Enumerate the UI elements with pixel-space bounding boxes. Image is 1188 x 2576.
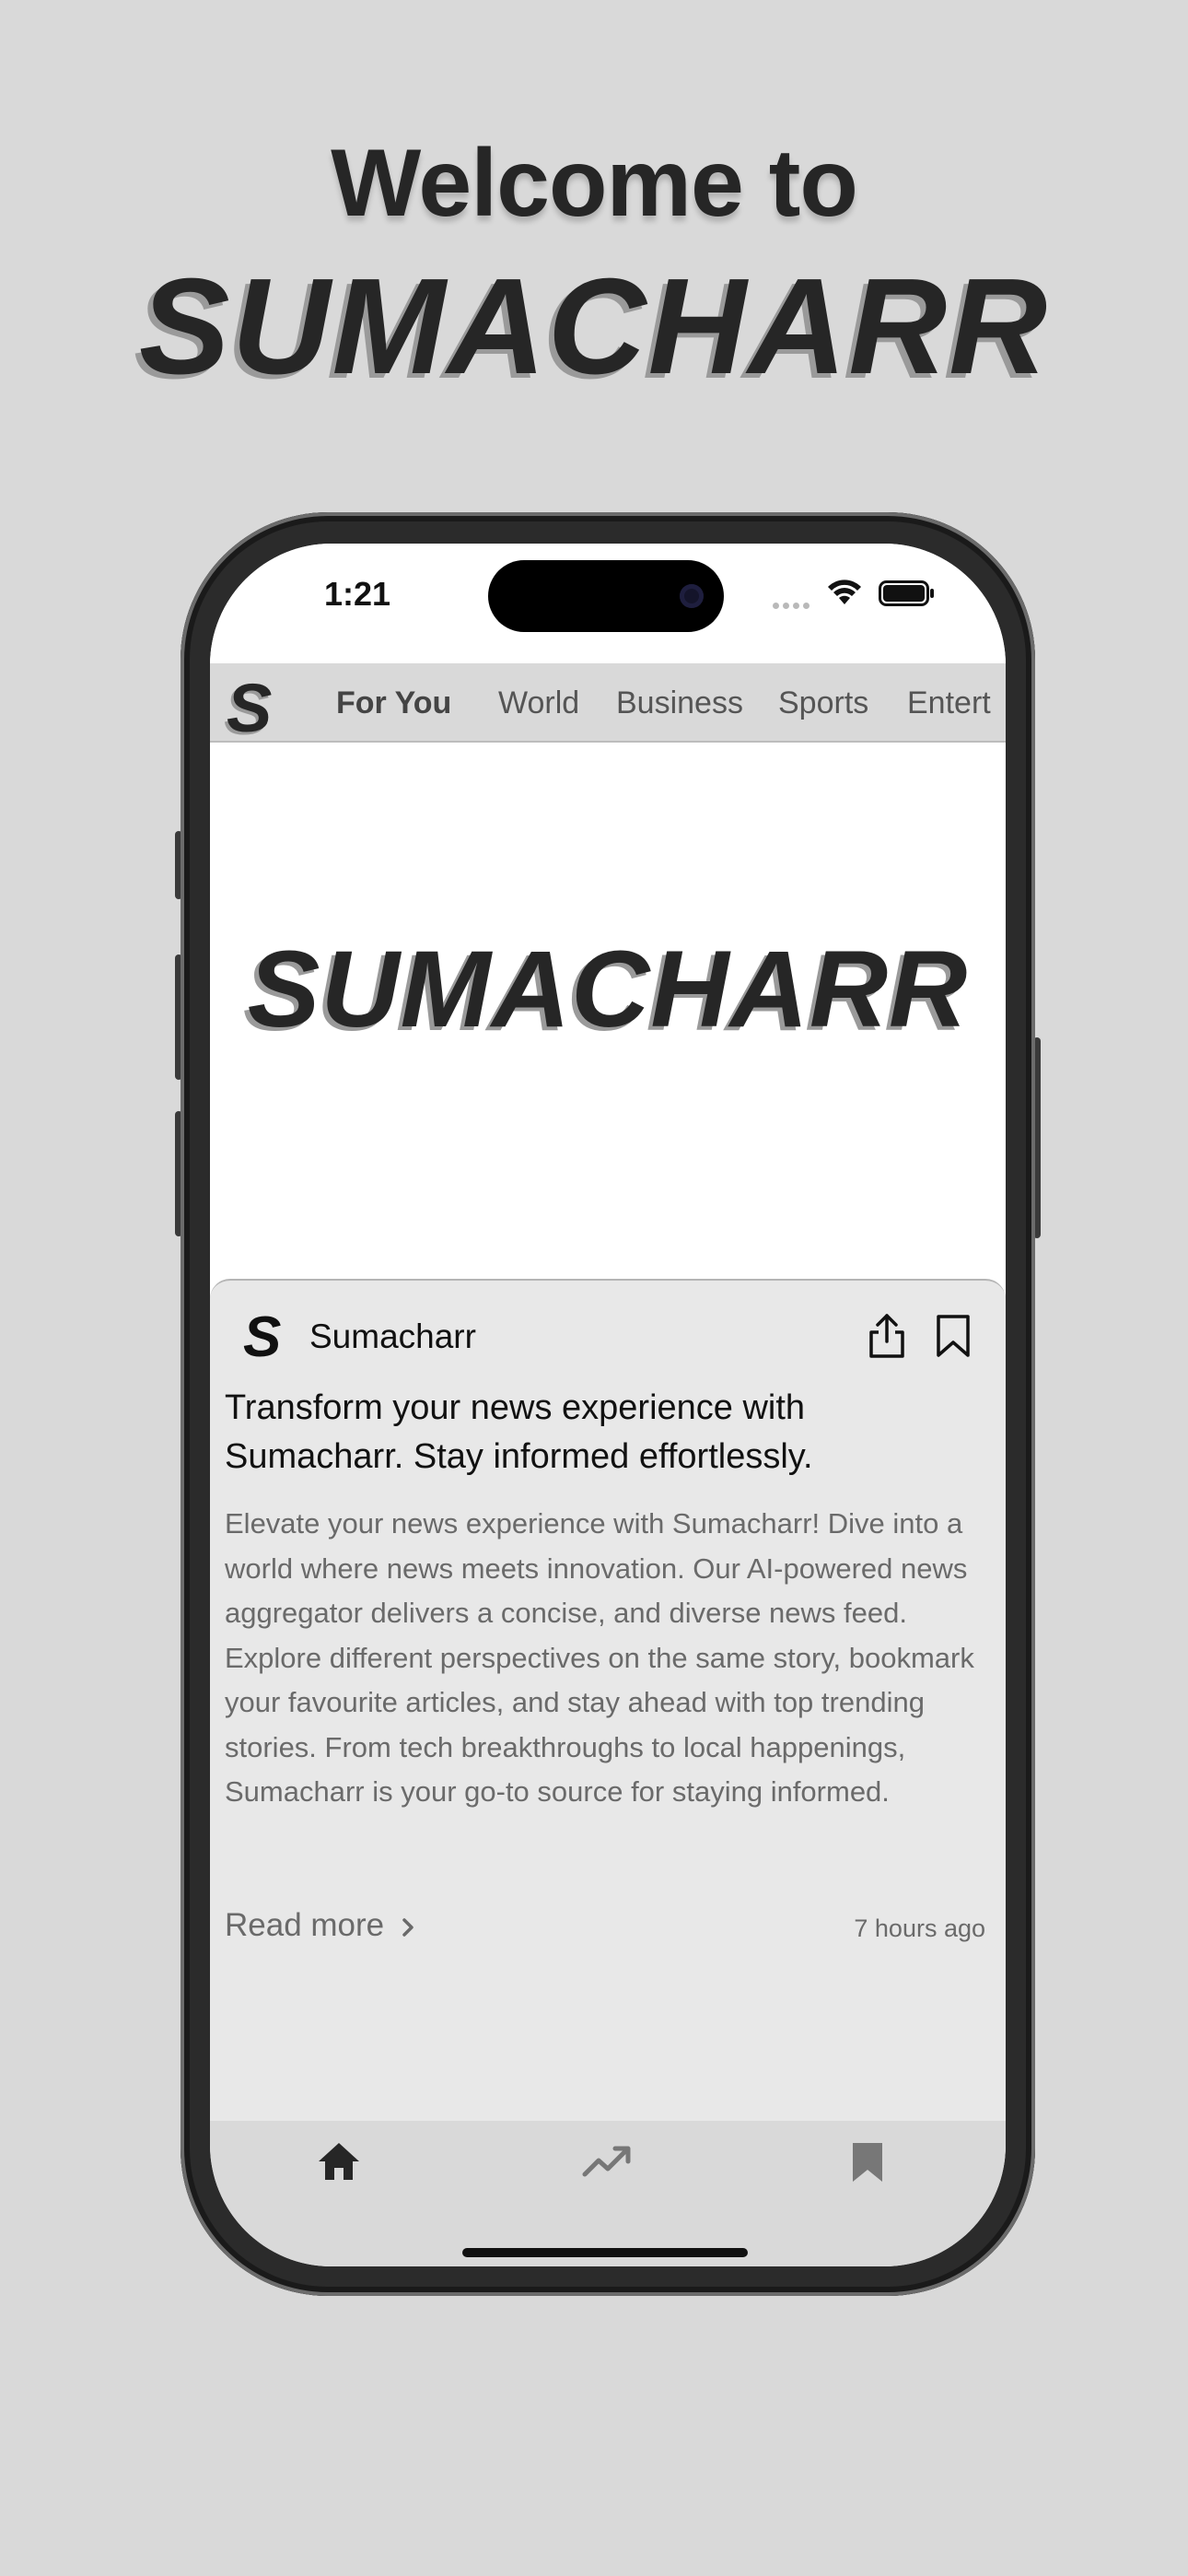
status-bar: 1:21 xyxy=(210,544,1006,663)
article-card[interactable]: S Sumacharr Transform your news experien… xyxy=(210,1279,1006,2123)
status-time: 1:21 xyxy=(324,575,391,613)
tab-world[interactable]: World xyxy=(498,685,579,721)
camera-icon xyxy=(680,584,704,608)
read-more-link[interactable]: Read more xyxy=(225,1907,415,1944)
bookmark-nav-icon[interactable] xyxy=(849,2139,886,2185)
read-more-label: Read more xyxy=(225,1907,385,1943)
tab-business[interactable]: Business xyxy=(616,685,743,721)
hero-brand-text: SUMACHARR xyxy=(247,929,969,1050)
article-image[interactable]: SUMACHARR xyxy=(210,743,1006,1279)
brand-heading: SUMACHARR xyxy=(138,251,1050,403)
phone-screen: 1:21 S For You World Business Sports Ent… xyxy=(210,544,1006,2266)
article-title[interactable]: Transform your news experience with Suma… xyxy=(225,1384,980,1481)
welcome-heading: Welcome to xyxy=(331,130,858,237)
article-summary: Elevate your news experience with Sumach… xyxy=(225,1507,974,1808)
signal-icon xyxy=(773,597,813,614)
source-name: Sumacharr xyxy=(309,1317,476,1355)
dynamic-island xyxy=(488,560,724,632)
wifi-icon xyxy=(828,580,861,604)
article-timestamp: 7 hours ago xyxy=(854,1914,985,1942)
battery-icon xyxy=(879,580,934,606)
tab-entertainment[interactable]: Entert xyxy=(907,685,991,721)
bottom-nav xyxy=(210,2121,1006,2266)
chevron-right-icon xyxy=(402,1918,413,1937)
home-icon[interactable] xyxy=(315,2139,363,2184)
bookmark-icon[interactable] xyxy=(934,1314,973,1358)
trending-icon[interactable] xyxy=(580,2139,634,2184)
share-icon[interactable] xyxy=(866,1312,908,1360)
category-tabs: S For You World Business Sports Entert xyxy=(210,663,1006,743)
tab-for-you[interactable]: For You xyxy=(336,685,451,721)
home-indicator[interactable] xyxy=(462,2248,748,2257)
tab-sports[interactable]: Sports xyxy=(778,685,868,721)
source-logo: S xyxy=(243,1306,282,1369)
app-logo: S xyxy=(227,670,273,743)
